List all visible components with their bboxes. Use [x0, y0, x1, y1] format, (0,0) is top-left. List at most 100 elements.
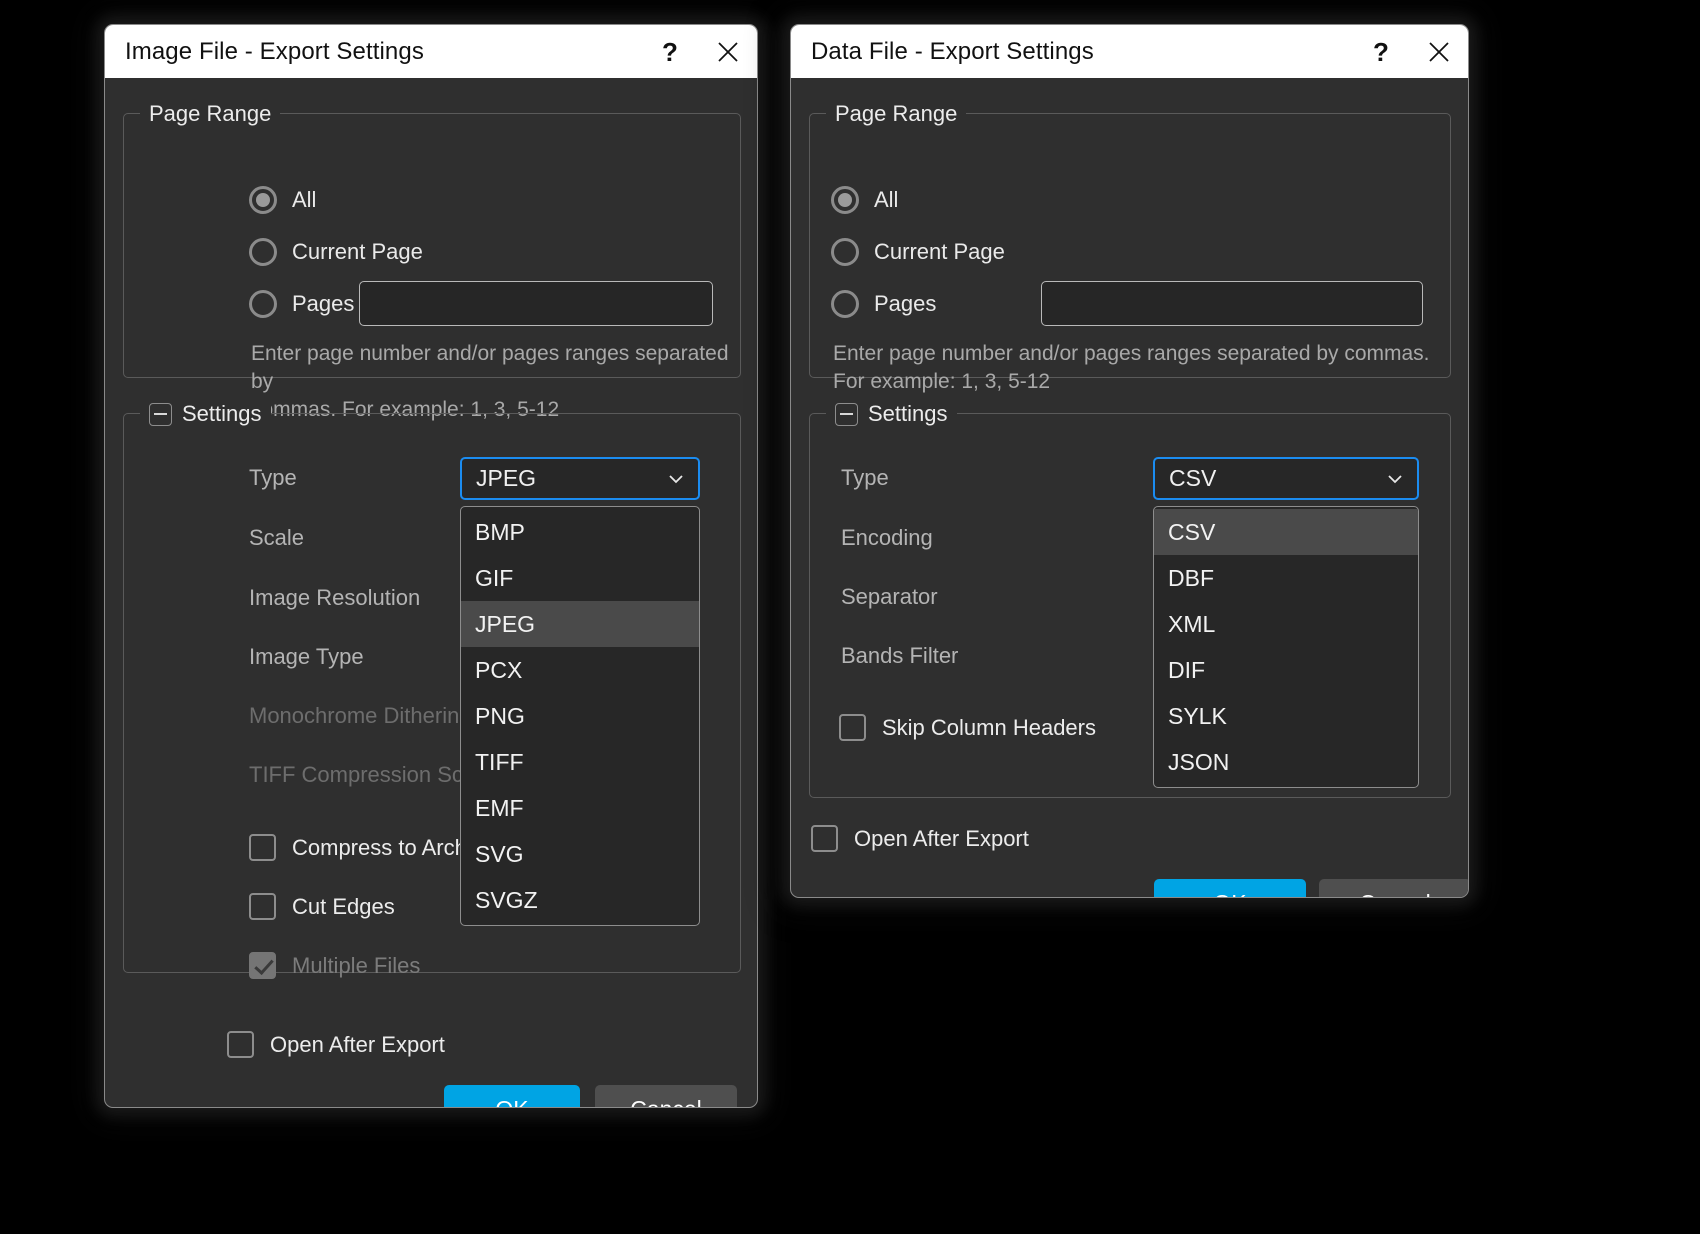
dropdown-option-svg[interactable]: SVG [461, 831, 699, 877]
image-radio-all-label: All [292, 187, 316, 213]
image-page-range-legend: Page Range [140, 101, 280, 127]
dropdown-option-xml[interactable]: XML [1154, 601, 1418, 647]
image-dialog-titlebar: Image File - Export Settings ? [105, 25, 757, 78]
dropdown-option-json[interactable]: JSON [1154, 739, 1418, 785]
data-cancel-accel: C [1359, 890, 1376, 899]
data-pages-input[interactable] [1041, 281, 1423, 326]
image-export-settings-window: Image File - Export Settings ? Page Rang… [104, 24, 758, 1108]
minus-box-icon[interactable] [835, 403, 858, 426]
data-cancel-rest: ancel [1376, 890, 1431, 899]
data-radio-current-page-label: Current Page [874, 239, 1005, 265]
image-check-compress-to-archive[interactable]: Compress to Archive [249, 834, 495, 861]
image-check-open-after-export-label: Open After Export [270, 1032, 445, 1058]
checkbox-indicator-multiple-files [249, 952, 276, 979]
image-radio-pages-label: Pages [292, 291, 354, 317]
data-type-combo[interactable]: CSV [1153, 457, 1419, 500]
checkbox-indicator-open-after-export[interactable] [227, 1031, 254, 1058]
radio-indicator-pages[interactable] [249, 290, 277, 318]
image-ok-accel: O [495, 1096, 513, 1109]
dropdown-option-tiff[interactable]: TIFF [461, 739, 699, 785]
data-check-open-after-export[interactable]: Open After Export [811, 825, 1029, 852]
help-question-icon[interactable]: ? [641, 25, 699, 78]
image-check-open-after-export[interactable]: Open After Export [227, 1031, 445, 1058]
image-type-dropdown-list[interactable]: BMP GIF JPEG PCX PNG TIFF EMF SVG SVGZ [460, 506, 700, 926]
dropdown-option-svgz[interactable]: SVGZ [461, 877, 699, 923]
image-cancel-rest: ancel [647, 1096, 702, 1109]
radio-indicator-current-page[interactable] [831, 238, 859, 266]
dropdown-option-gif[interactable]: GIF [461, 555, 699, 601]
data-dialog-titlebar-buttons: ? [1352, 25, 1468, 78]
radio-indicator-pages[interactable] [831, 290, 859, 318]
image-page-range-group: Page Range [123, 113, 741, 378]
image-type-combo[interactable]: JPEG [460, 457, 700, 500]
image-dialog-body: Page Range All Current Page Pages Enter … [105, 78, 757, 1107]
radio-indicator-all[interactable] [249, 186, 277, 214]
data-ok-accel: O [1213, 890, 1231, 899]
chevron-down-icon[interactable] [1385, 469, 1405, 489]
image-page-range-legend-text: Page Range [149, 101, 271, 127]
checkbox-indicator-skip-column-headers[interactable] [839, 714, 866, 741]
dropdown-option-dif[interactable]: DIF [1154, 647, 1418, 693]
data-check-skip-column-headers-label: Skip Column Headers [882, 715, 1096, 741]
data-type-dropdown-list[interactable]: CSV DBF XML DIF SYLK JSON [1153, 506, 1419, 788]
data-radio-pages-label: Pages [874, 291, 936, 317]
dropdown-option-dbf[interactable]: DBF [1154, 555, 1418, 601]
image-radio-current-page[interactable]: Current Page [249, 238, 423, 266]
image-ok-button[interactable]: OK [444, 1085, 580, 1108]
data-check-skip-column-headers[interactable]: Skip Column Headers [839, 714, 1096, 741]
image-page-range-hint: Enter page number and/or pages ranges se… [251, 340, 751, 424]
minus-box-icon[interactable] [149, 403, 172, 426]
data-ok-rest: K [1231, 890, 1246, 899]
image-dialog-titlebar-buttons: ? [641, 25, 757, 78]
image-radio-all[interactable]: All [249, 186, 316, 214]
data-page-range-hint: Enter page number and/or pages ranges se… [833, 340, 1433, 396]
image-pages-input[interactable] [359, 281, 713, 326]
image-label-image-type: Image Type [249, 644, 364, 670]
radio-indicator-current-page[interactable] [249, 238, 277, 266]
data-label-separator: Separator [841, 584, 938, 610]
dropdown-option-bmp[interactable]: BMP [461, 509, 699, 555]
image-settings-legend: Settings [140, 401, 271, 427]
data-label-bands-filter: Bands Filter [841, 643, 958, 669]
chevron-down-icon[interactable] [666, 469, 686, 489]
image-label-type: Type [249, 465, 297, 491]
image-cancel-accel: C [630, 1096, 647, 1109]
checkbox-indicator-cut-edges[interactable] [249, 893, 276, 920]
dropdown-option-csv[interactable]: CSV [1154, 509, 1418, 555]
checkbox-indicator-compress-to-archive[interactable] [249, 834, 276, 861]
radio-indicator-all[interactable] [831, 186, 859, 214]
image-check-multiple-files-label: Multiple Files [292, 953, 420, 979]
dropdown-option-emf[interactable]: EMF [461, 785, 699, 831]
dropdown-option-pcx[interactable]: PCX [461, 647, 699, 693]
image-ok-button-label: OK [495, 1096, 528, 1109]
data-settings-legend: Settings [826, 401, 957, 427]
close-icon[interactable] [699, 25, 757, 78]
image-cancel-button-label: Cancel [630, 1096, 702, 1109]
image-type-combo-value: JPEG [476, 465, 536, 492]
image-label-image-resolution: Image Resolution [249, 585, 420, 611]
close-icon[interactable] [1410, 25, 1468, 78]
data-radio-pages[interactable]: Pages [831, 290, 936, 318]
image-check-cut-edges-label: Cut Edges [292, 894, 395, 920]
image-check-cut-edges[interactable]: Cut Edges [249, 893, 395, 920]
data-ok-button[interactable]: OK [1154, 879, 1306, 898]
image-cancel-button[interactable]: Cancel [595, 1085, 737, 1108]
image-settings-legend-text: Settings [182, 401, 262, 427]
help-question-icon[interactable]: ? [1352, 25, 1410, 78]
data-radio-current-page[interactable]: Current Page [831, 238, 1005, 266]
image-ok-rest: K [513, 1096, 528, 1109]
dropdown-option-png[interactable]: PNG [461, 693, 699, 739]
dropdown-option-jpeg[interactable]: JPEG [461, 601, 699, 647]
image-dialog-title: Image File - Export Settings [125, 38, 424, 66]
checkbox-indicator-open-after-export[interactable] [811, 825, 838, 852]
data-ok-button-label: OK [1213, 890, 1246, 899]
data-export-settings-window: Data File - Export Settings ? Page Range [790, 24, 1469, 898]
data-radio-all[interactable]: All [831, 186, 898, 214]
data-cancel-button[interactable]: Cancel [1319, 879, 1469, 898]
data-page-range-legend-text: Page Range [835, 101, 957, 127]
dropdown-option-sylk[interactable]: SYLK [1154, 693, 1418, 739]
data-dialog-body: Page Range All Current Page Pages Enter … [791, 78, 1468, 897]
data-dialog-titlebar: Data File - Export Settings ? [791, 25, 1468, 78]
image-radio-pages[interactable]: Pages [249, 290, 354, 318]
data-label-encoding: Encoding [841, 525, 933, 551]
